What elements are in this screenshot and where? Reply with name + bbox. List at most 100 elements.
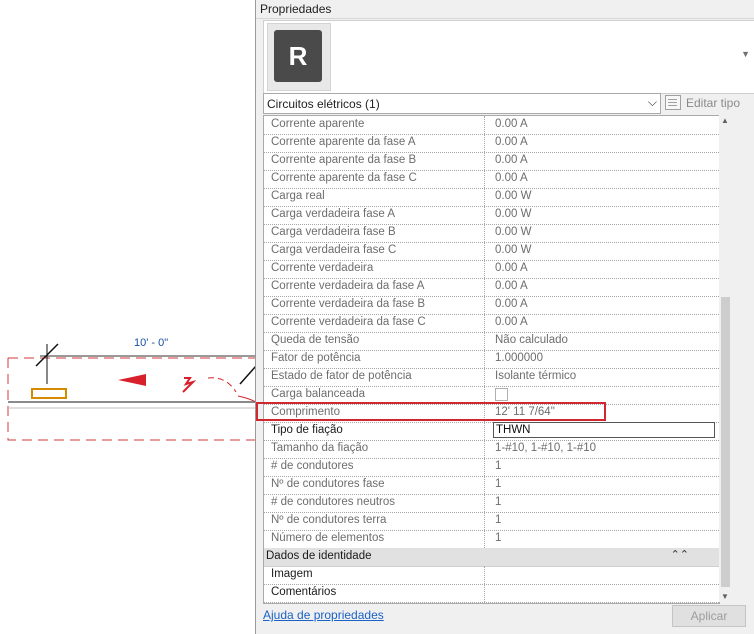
properties-grid: Corrente aparente 0.00 A Corrente aparent… — [263, 115, 720, 604]
property-value: 1-#10, 1-#10, 1-#10 — [495, 442, 597, 454]
property-value: 1 — [495, 532, 502, 544]
dimension-tick-right — [239, 365, 256, 385]
revit-logo-icon: R — [274, 30, 322, 82]
property-row[interactable]: Carga real 0.00 W — [264, 188, 719, 207]
properties-palette: Propriedades R ▼ Circuitos elétricos (1)… — [255, 0, 754, 634]
property-row[interactable]: Carga verdadeira fase B 0.00 W — [264, 224, 719, 243]
property-label: # de condutores neutros — [264, 494, 485, 512]
scroll-down-icon[interactable]: ▼ — [721, 592, 729, 601]
property-label: Estado de fator de potência — [264, 368, 485, 386]
home-run-arc — [207, 377, 237, 393]
selector-row: Circuitos elétricos (1) ⌵ Editar tipo — [263, 93, 753, 114]
property-label: Carga verdadeira fase B — [264, 224, 485, 242]
property-value: 1 — [495, 478, 502, 490]
grid-scrollbar[interactable]: ▲ ▼ — [719, 115, 732, 602]
property-row[interactable]: Corrente aparente 0.00 A — [264, 116, 719, 135]
property-value: 1 — [495, 496, 502, 508]
property-label: Tipo de fiação — [264, 422, 485, 440]
property-value: Isolante térmico — [495, 370, 577, 382]
property-value: 0.00 A — [495, 280, 528, 292]
property-label: Carga verdadeira fase C — [264, 242, 485, 260]
property-value[interactable] — [493, 566, 715, 584]
property-label: Carga real — [264, 188, 485, 206]
property-row[interactable]: Carga verdadeira fase C 0.00 W — [264, 242, 719, 261]
property-label: Corrente aparente — [264, 116, 485, 134]
edit-type-icon — [665, 95, 681, 110]
dimension-label: 10' - 0" — [134, 337, 168, 349]
property-label: Nº de condutores terra — [264, 512, 485, 530]
property-row-wire-type[interactable]: Tipo de fiação THWN — [264, 422, 719, 441]
property-label: Imagem — [264, 566, 485, 584]
preview-scroll-arrow-icon[interactable]: ▼ — [741, 49, 750, 59]
property-row[interactable]: Corrente aparente da fase C 0.00 A — [264, 170, 719, 189]
chevron-down-icon[interactable]: ⌵ — [648, 95, 657, 110]
property-label: Corrente verdadeira — [264, 260, 485, 278]
property-row[interactable]: # de condutores 1 — [264, 458, 719, 477]
property-value[interactable] — [493, 584, 715, 602]
property-value: 0.00 W — [495, 208, 532, 220]
scroll-thumb[interactable] — [721, 297, 730, 587]
type-selector-dropdown[interactable]: Circuitos elétricos (1) ⌵ — [263, 93, 661, 114]
property-value: 1.000000 — [495, 352, 543, 364]
property-label: Fator de potência — [264, 350, 485, 368]
property-row[interactable]: Queda de tensão Não calculado — [264, 332, 719, 351]
property-label: Corrente aparente da fase A — [264, 134, 485, 152]
property-label: Tamanho da fiação — [264, 440, 485, 458]
property-label: Número de elementos — [264, 530, 485, 548]
wire-type-field[interactable]: THWN — [493, 422, 715, 438]
title-separator — [256, 18, 754, 19]
section-header-identity[interactable]: Dados de identidade ⌃⌃ — [264, 548, 719, 567]
property-value: 0.00 A — [495, 154, 528, 166]
property-row[interactable]: Fator de potência 1.000000 — [264, 350, 719, 369]
property-value: 1 — [495, 514, 502, 526]
property-row[interactable]: Corrente verdadeira da fase C 0.00 A — [264, 314, 719, 333]
edit-type-button[interactable]: Editar tipo — [665, 93, 740, 112]
property-value: 0.00 A — [495, 262, 528, 274]
property-row[interactable]: Estado de fator de potência Isolante térm… — [264, 368, 719, 387]
property-value: 0.00 A — [495, 118, 528, 130]
property-row[interactable]: Corrente verdadeira da fase A 0.00 A — [264, 278, 719, 297]
property-row[interactable]: Comentários — [264, 584, 719, 603]
type-preview: R ▼ — [263, 20, 754, 94]
properties-help-link[interactable]: Ajuda de propriedades — [263, 608, 384, 622]
property-label: # de condutores — [264, 458, 485, 476]
palette-title: Propriedades — [260, 2, 332, 16]
lightning-icon — [182, 377, 197, 393]
property-row[interactable]: Imagem — [264, 566, 719, 585]
property-row[interactable]: Corrente verdadeira 0.00 A — [264, 260, 719, 279]
property-row[interactable]: Tamanho da fiação 1-#10, 1-#10, 1-#10 — [264, 440, 719, 459]
property-label: Nº de condutores fase — [264, 476, 485, 494]
property-value: 0.00 A — [495, 316, 528, 328]
drawing-canvas[interactable]: 10' - 0" — [0, 0, 256, 634]
type-thumbnail: R — [267, 23, 331, 91]
property-label: Corrente aparente da fase B — [264, 152, 485, 170]
balanced-load-checkbox[interactable] — [495, 388, 508, 401]
property-label: Queda de tensão — [264, 332, 485, 350]
property-value: Não calculado — [495, 334, 568, 346]
property-value: 0.00 W — [495, 190, 532, 202]
property-row[interactable]: Corrente verdadeira da fase B 0.00 A — [264, 296, 719, 315]
property-row[interactable]: Número de elementos 1 — [264, 530, 719, 549]
type-selector-label: Circuitos elétricos (1) — [267, 97, 380, 111]
circuit-arrow-icon — [118, 374, 146, 386]
length-highlight-box — [256, 402, 606, 421]
edit-type-label: Editar tipo — [686, 95, 741, 110]
property-row[interactable]: Carga verdadeira fase A 0.00 W — [264, 206, 719, 225]
property-label: Carga verdadeira fase A — [264, 206, 485, 224]
scroll-up-icon[interactable]: ▲ — [721, 116, 729, 125]
property-label: Corrente verdadeira da fase B — [264, 296, 485, 314]
apply-button[interactable]: Aplicar — [672, 605, 746, 627]
property-value: 0.00 W — [495, 226, 532, 238]
property-row[interactable]: # de condutores neutros 1 — [264, 494, 719, 513]
property-row[interactable]: Nº de condutores fase 1 — [264, 476, 719, 495]
property-value: 0.00 A — [495, 136, 528, 148]
section-label: Dados de identidade — [266, 550, 372, 562]
property-value: 0.00 A — [495, 298, 528, 310]
property-value: 1 — [495, 460, 502, 472]
collapse-icon[interactable]: ⌃⌃ — [671, 548, 689, 561]
property-row[interactable]: Corrente aparente da fase A 0.00 A — [264, 134, 719, 153]
property-label: Corrente verdadeira da fase C — [264, 314, 485, 332]
property-value: 0.00 W — [495, 244, 532, 256]
property-row[interactable]: Corrente aparente da fase B 0.00 A — [264, 152, 719, 171]
property-row[interactable]: Nº de condutores terra 1 — [264, 512, 719, 531]
